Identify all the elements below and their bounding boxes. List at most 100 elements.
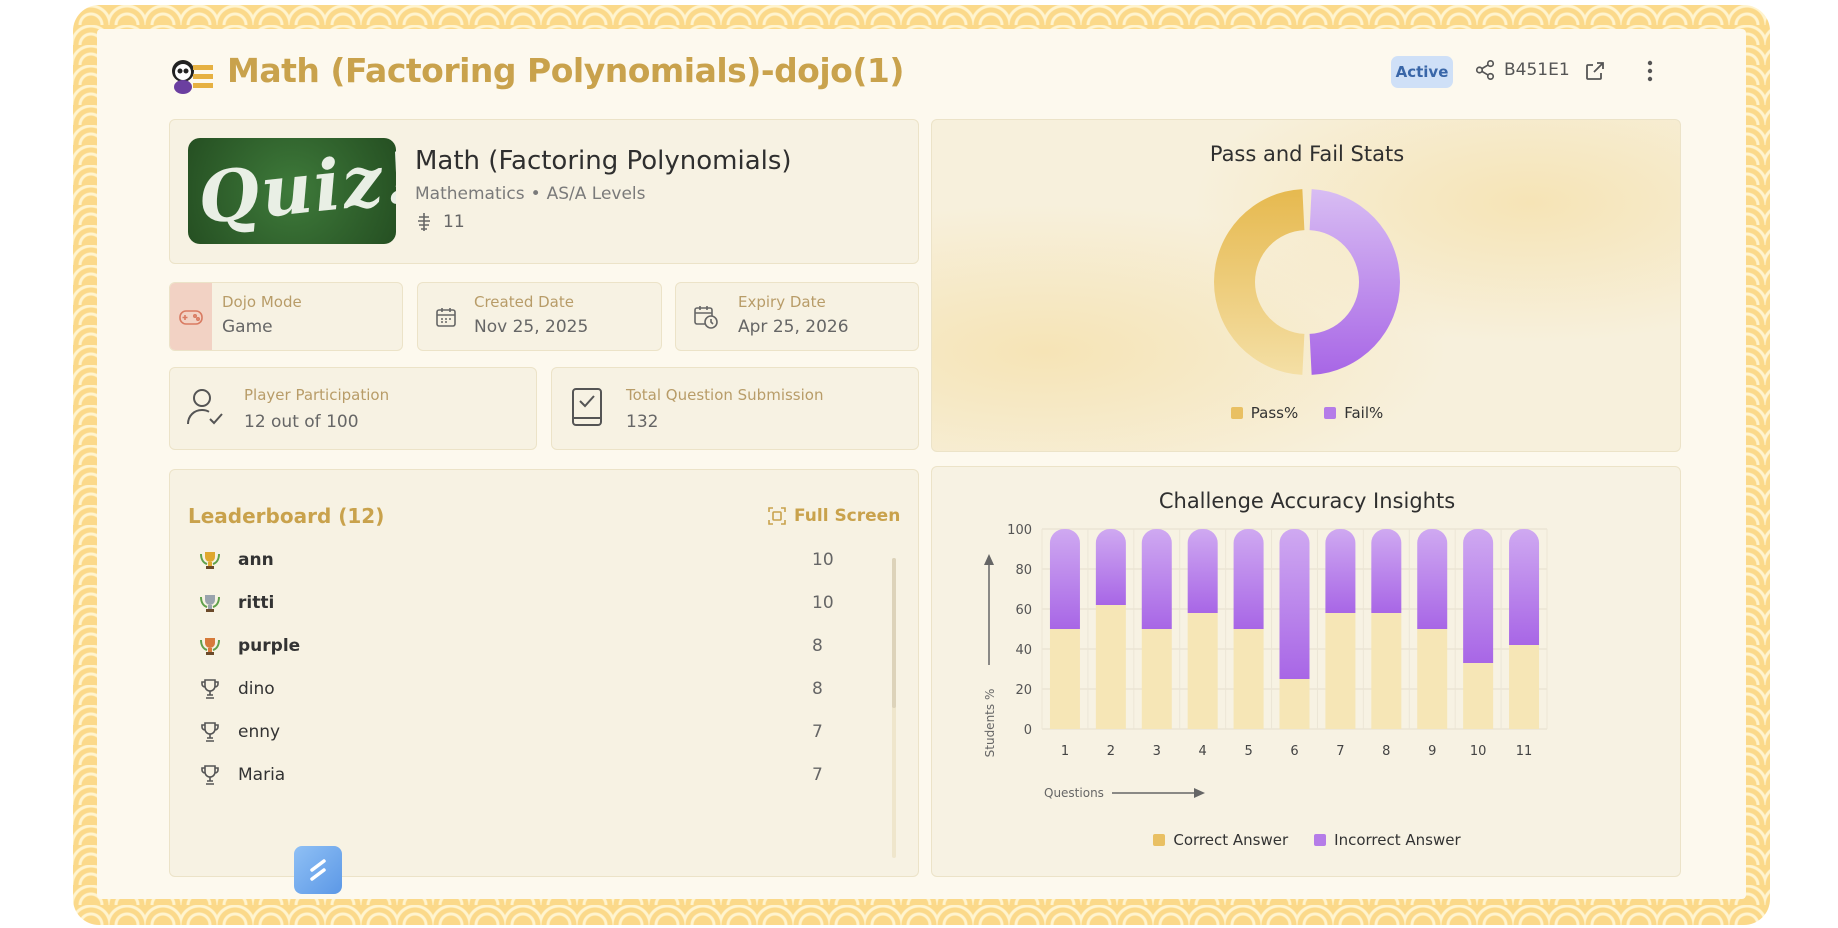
x-axis-label: Questions [1044,786,1104,800]
player-score: 7 [812,765,823,785]
player-name: ritti [238,593,275,613]
external-link-icon[interactable] [1583,59,1607,83]
legend-correct-label: Correct Answer [1173,831,1289,849]
mode-value: Game [222,317,273,337]
bar-incorrect [1233,529,1264,629]
legend-pass-swatch [1230,407,1243,419]
fullscreen-label: Full Screen [794,506,901,526]
leaderboard-title: Leaderboard (12) [188,504,385,528]
expiry-date-card: Expiry Date Apr 25, 2026 [675,282,919,351]
player-name: ann [238,550,274,570]
legend-pass-label: Pass% [1250,404,1299,422]
bar-correct [1325,613,1356,729]
user-check-icon [187,389,223,425]
y-axis-label: Students % [983,689,997,758]
x-tick-label: 4 [1199,744,1207,759]
donut-slice-fail [1309,189,1400,375]
pass-fail-title: Pass and Fail Stats [1209,142,1405,166]
dashboard-panel: Math (Factoring Polynomials)-dojo(1) Act… [97,29,1746,899]
accuracy-card: Challenge Accuracy Insights 0 20 40 60 80 100… [931,466,1681,877]
legend-pass: Pass% [1230,404,1299,422]
y-tick-label: 20 [1015,683,1032,698]
player-score: 7 [812,722,823,742]
x-axis-arrowhead [1194,788,1205,798]
participation-card: Player Participation 12 out of 100 [169,367,537,450]
decorative-frame: Math (Factoring Polynomials)-dojo(1) Act… [73,5,1770,925]
legend-fail-label: Fail% [1344,404,1384,422]
submission-label: Total Question Submission [626,386,824,404]
x-tick-label: 10 [1470,744,1487,759]
player-name: enny [238,722,281,742]
silver-trophy-icon [200,595,220,612]
y-tick-label: 60 [1015,603,1032,618]
bar-correct [1279,679,1310,729]
x-tick-label: 7 [1336,744,1344,759]
accuracy-bar-chart: 0 20 40 60 80 100 1 2 3 4 5 6 7 8 9 10 11 Students % Quest… [983,523,1548,800]
quiz-meta: Mathematics • AS/A Levels [415,184,646,204]
checklist-book-icon [572,388,602,426]
y-tick-label: 0 [1024,723,1032,738]
created-date-card: Created Date Nov 25, 2025 [417,282,662,351]
player-name: dino [238,679,275,699]
donut-slice-pass [1214,189,1305,375]
fullscreen-icon [768,507,786,525]
x-tick-label: 5 [1244,744,1252,759]
bar-incorrect [1279,529,1310,679]
quiz-name: Math (Factoring Polynomials) [415,146,792,176]
bar-correct [1509,645,1540,729]
leaderboard-scrollbar[interactable] [892,558,896,858]
player-name: purple [238,636,301,656]
bronze-trophy-icon [200,638,220,655]
scrollbar-thumb[interactable] [892,558,896,708]
player-score: 8 [812,679,823,699]
share-code-button[interactable]: B451E1 [1474,59,1570,81]
floating-assistant-button[interactable] [294,846,342,894]
bar-correct [1371,613,1402,729]
created-value: Nov 25, 2025 [474,317,589,337]
participation-value: 12 out of 100 [244,412,359,432]
y-tick-label: 80 [1015,563,1032,578]
status-badge: Active [1391,56,1453,88]
more-options-icon[interactable] [1638,59,1662,83]
calendar-clock-icon [694,306,718,329]
bar-incorrect [1463,529,1494,663]
question-count-value: 11 [443,212,465,232]
legend-incorrect: Incorrect Answer [1314,831,1461,849]
bar-correct [1417,629,1448,729]
fullscreen-button[interactable]: Full Screen [768,506,900,526]
legend-correct: Correct Answer [1153,831,1288,849]
quiz-level: AS/A Levels [546,184,646,204]
gamepad-icon [179,310,203,325]
bar-incorrect [1187,529,1218,613]
bar-correct [1095,605,1126,729]
question-count: 11 [415,212,465,232]
dojo-code: B451E1 [1504,60,1570,80]
expiry-label: Expiry Date [738,293,826,311]
bar-correct [1049,629,1080,729]
x-tick-label: 9 [1428,744,1436,759]
accuracy-title: Challenge Accuracy Insights [1158,489,1456,513]
dino-logo-icon [172,60,213,94]
bar-correct [1141,629,1172,729]
submission-card: Total Question Submission 132 [551,367,919,450]
trophy-outline-icon [201,765,219,785]
y-axis-arrowhead [984,554,994,565]
y-tick-label: 40 [1015,643,1032,658]
x-tick-label: 3 [1153,744,1161,759]
submission-value: 132 [626,412,659,432]
gold-trophy-icon [200,552,220,569]
bar-incorrect [1141,529,1172,629]
bar-incorrect [1417,529,1448,629]
leaderboard-row: enny 7 [192,712,823,752]
bar-incorrect [1095,529,1126,605]
bar-incorrect [1325,529,1356,613]
share-icon [1475,60,1495,80]
leaderboard-card: Leaderboard (12) Full Screen ann 10 ritti 1… [169,469,919,877]
leaderboard-row: dino 8 [192,669,823,709]
x-tick-label: 6 [1290,744,1298,759]
legend-correct-swatch [1153,834,1166,846]
pass-fail-donut-chart [1214,189,1400,375]
x-tick-label: 11 [1516,744,1533,759]
trophy-outline-icon [201,722,219,742]
leaderboard-row: purple 8 [192,626,823,666]
